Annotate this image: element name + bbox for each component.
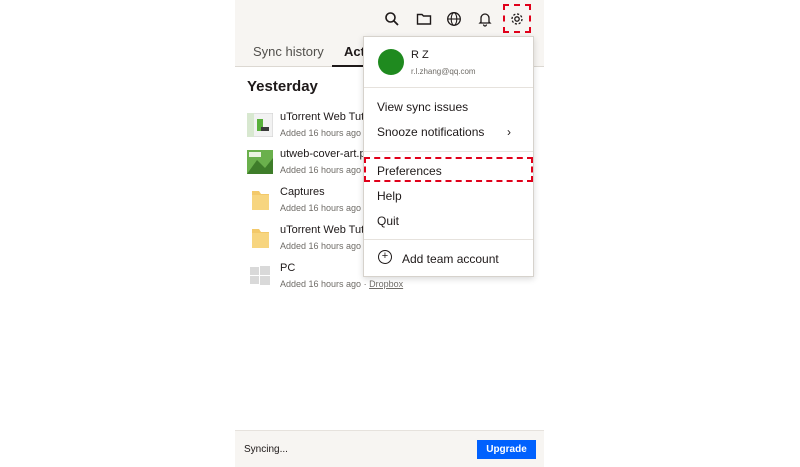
item-name: uTorrent Web Tuto [280, 111, 371, 123]
plus-circle-icon: + [378, 250, 392, 264]
status-bar: Syncing... Upgrade [235, 430, 544, 467]
avatar[interactable] [378, 49, 404, 75]
item-meta: Added 16 hours ago · u [280, 128, 374, 138]
item-name: utweb-cover-art.pn [280, 148, 372, 160]
bell-icon[interactable] [474, 8, 496, 30]
menu-divider [364, 151, 533, 152]
folder-icon [247, 226, 273, 250]
user-email: r.l.zhang@qq.com [411, 67, 476, 76]
folder-icon[interactable] [413, 8, 435, 30]
item-name: PC [280, 262, 296, 274]
sync-status-text: Syncing... [244, 444, 288, 455]
section-title: Yesterday [247, 78, 318, 95]
image-thumbnail-icon [246, 112, 274, 138]
menu-item-add-team-account[interactable]: Add team account [402, 252, 499, 266]
menu-item-view-sync-issues[interactable]: View sync issues [377, 100, 468, 114]
search-icon[interactable] [381, 8, 403, 30]
item-name: uTorrent Web Tuto [280, 224, 371, 236]
top-toolbar [235, 0, 544, 39]
globe-icon[interactable] [443, 8, 465, 30]
preferences-highlight-box [364, 157, 533, 182]
user-name: R Z [411, 49, 429, 61]
menu-item-snooze-notifications[interactable]: Snooze notifications [377, 125, 484, 139]
chevron-right-icon: › [507, 125, 511, 139]
item-meta: Added 16 hours ago · u [280, 165, 374, 175]
menu-item-quit[interactable]: Quit [377, 214, 399, 228]
image-thumbnail-icon [247, 150, 273, 174]
tab-sync-history[interactable]: Sync history [253, 44, 324, 59]
item-name: Captures [280, 186, 325, 198]
item-meta: Added 16 hours ago · D [280, 241, 376, 251]
folder-icon [247, 188, 273, 212]
upgrade-button[interactable]: Upgrade [477, 440, 536, 459]
menu-divider [364, 87, 533, 88]
item-location-link[interactable]: Dropbox [369, 279, 403, 289]
menu-item-help[interactable]: Help [377, 189, 402, 203]
gear-highlight-box [503, 4, 531, 33]
item-meta: Added 16 hours ago · Dropbox [280, 279, 404, 289]
menu-divider [364, 239, 533, 240]
item-meta: Added 16 hours ago · V [280, 203, 375, 213]
windows-icon [247, 264, 273, 288]
